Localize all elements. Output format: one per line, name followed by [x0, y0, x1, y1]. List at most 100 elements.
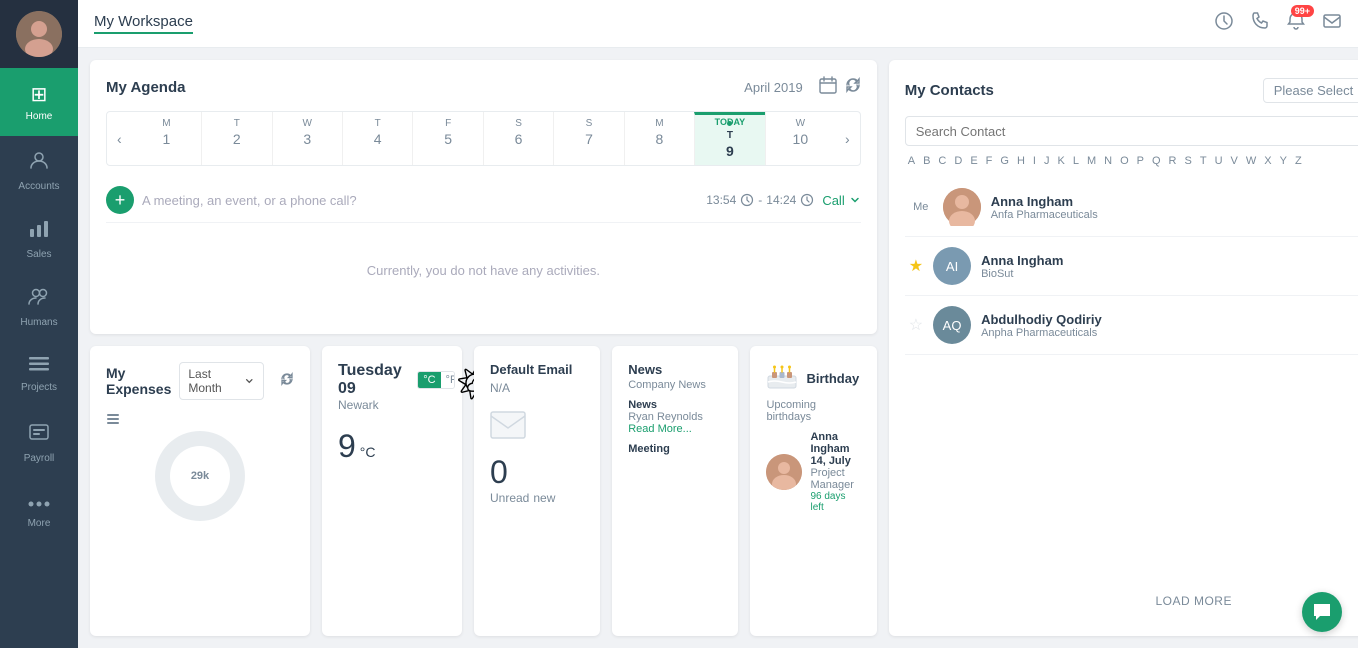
alpha-J[interactable]: J	[1041, 154, 1053, 168]
contact-info-me: Anna Ingham Anfa Pharmaceuticals	[991, 194, 1358, 221]
alpha-T[interactable]: T	[1197, 154, 1210, 168]
alpha-Y[interactable]: Y	[1277, 154, 1290, 168]
email-unread-label: Unread	[490, 491, 529, 505]
alpha-M[interactable]: M	[1084, 154, 1099, 168]
refresh-icon[interactable]	[845, 77, 861, 98]
alpha-I[interactable]: I	[1030, 154, 1039, 168]
contact-info-ai: Anna Ingham BioSut	[981, 253, 1358, 280]
activity-placeholder[interactable]: A meeting, an event, or a phone call?	[142, 193, 698, 208]
news-read-more[interactable]: Read More...	[628, 423, 692, 435]
alpha-F[interactable]: F	[983, 154, 996, 168]
news-meeting: Meeting	[628, 443, 722, 455]
alpha-U[interactable]: U	[1212, 154, 1226, 168]
main-content: My Workspace 99+	[78, 0, 1358, 648]
cal-next[interactable]: ›	[835, 123, 860, 155]
sales-icon	[28, 217, 50, 245]
bottom-row: My Expenses Last Month	[90, 346, 877, 636]
news-subtitle: Company News	[628, 379, 722, 391]
contact-company-me: Anfa Pharmaceuticals	[991, 209, 1358, 221]
alpha-O[interactable]: O	[1117, 154, 1132, 168]
home-icon: ⊞	[31, 82, 48, 107]
cal-day-7[interactable]: S7	[553, 112, 623, 165]
projects-icon	[28, 355, 50, 378]
contact-avatar-ai: AI	[933, 247, 971, 285]
alpha-X[interactable]: X	[1261, 154, 1274, 168]
alpha-R[interactable]: R	[1166, 154, 1180, 168]
contact-name-ai: Anna Ingham	[981, 253, 1358, 268]
load-more-button[interactable]: LOAD MORE	[905, 582, 1358, 620]
calendar-icon[interactable]	[819, 76, 837, 99]
cal-day-2[interactable]: T2	[201, 112, 271, 165]
birthday-meta: Project Manager	[810, 467, 860, 491]
cal-prev[interactable]: ‹	[107, 123, 132, 155]
sidebar-item-humans[interactable]: Humans	[0, 272, 78, 340]
alpha-A[interactable]: A	[905, 154, 918, 168]
bell-icon[interactable]: 99+	[1286, 11, 1306, 36]
alpha-P[interactable]: P	[1134, 154, 1147, 168]
expenses-period-dropdown[interactable]: Last Month	[179, 362, 264, 400]
sidebar-item-accounts[interactable]: Accounts	[0, 136, 78, 204]
search-input[interactable]	[916, 124, 1358, 139]
alpha-W[interactable]: W	[1243, 154, 1259, 168]
chat-button[interactable]	[1302, 592, 1342, 632]
alpha-L[interactable]: L	[1070, 154, 1082, 168]
alpha-K[interactable]: K	[1054, 154, 1067, 168]
cal-day-9-today[interactable]: TODAY T 9	[694, 112, 764, 165]
celsius-btn[interactable]: °C	[418, 372, 440, 388]
sidebar-item-payroll[interactable]: Payroll	[0, 408, 78, 476]
cal-day-5[interactable]: F5	[412, 112, 482, 165]
fahrenheit-btn[interactable]: °F	[441, 372, 456, 388]
alpha-D[interactable]: D	[951, 154, 965, 168]
alpha-G[interactable]: G	[997, 154, 1012, 168]
cal-day-4[interactable]: T4	[342, 112, 412, 165]
expenses-refresh-icon[interactable]	[280, 372, 294, 391]
cal-day-3[interactable]: W3	[272, 112, 342, 165]
star-icon-aq[interactable]: ☆	[909, 315, 923, 335]
alpha-S[interactable]: S	[1181, 154, 1194, 168]
time-start: 13:54	[706, 193, 736, 207]
star-icon-ai[interactable]: ★	[909, 256, 923, 276]
alpha-Z[interactable]: Z	[1292, 154, 1305, 168]
alpha-H[interactable]: H	[1014, 154, 1028, 168]
news-item-author: Ryan Reynolds Read More...	[628, 411, 722, 435]
contact-name-me: Anna Ingham	[991, 194, 1358, 209]
hamburger-icon	[106, 412, 120, 426]
cal-day-10[interactable]: W10	[765, 112, 835, 165]
topbar-icons: 99+	[1214, 11, 1342, 36]
call-select[interactable]: Call	[822, 193, 860, 208]
search-bar[interactable]	[905, 116, 1358, 146]
add-activity-button[interactable]: +	[106, 186, 134, 214]
mail-icon[interactable]	[1322, 11, 1342, 36]
birthday-title: Birthday	[806, 371, 859, 386]
sidebar-item-home[interactable]: ⊞ Home	[0, 68, 78, 136]
right-panel: My Contacts Please Select + A	[889, 60, 1358, 636]
contact-avatar-aq: AQ	[933, 306, 971, 344]
alpha-N[interactable]: N	[1101, 154, 1115, 168]
alpha-V[interactable]: V	[1228, 154, 1241, 168]
cal-day-6[interactable]: S6	[483, 112, 553, 165]
alpha-C[interactable]: C	[935, 154, 949, 168]
topbar: My Workspace 99+	[78, 0, 1358, 48]
avatar	[16, 11, 62, 57]
agenda-title: My Agenda	[106, 79, 744, 96]
contact-item-me: Me Anna Ingham Anfa Pharmaceuticals	[905, 178, 1358, 237]
cal-day-8[interactable]: M8	[624, 112, 694, 165]
calendar-strip: ‹ M1 T2 W3 T4 F5 S6 S7 M8 TODAY T	[106, 111, 861, 166]
alpha-E[interactable]: E	[967, 154, 980, 168]
history-icon[interactable]	[1214, 11, 1234, 36]
cal-day-1[interactable]: M1	[132, 112, 201, 165]
sidebar-item-projects[interactable]: Projects	[0, 340, 78, 408]
contacts-select-dropdown[interactable]: Please Select	[1263, 78, 1358, 103]
weather-temp: 9	[338, 428, 356, 465]
activity-row: + A meeting, an event, or a phone call? …	[106, 178, 861, 223]
user-avatar-container[interactable]	[0, 0, 78, 68]
email-envelope-icon	[490, 411, 584, 446]
phone-icon[interactable]	[1250, 11, 1270, 36]
alpha-B[interactable]: B	[920, 154, 933, 168]
sidebar-item-sales[interactable]: Sales	[0, 204, 78, 272]
email-unread-count: 0	[490, 454, 508, 490]
birthday-person: Anna Ingham 14, July Project Manager 96 …	[766, 431, 860, 513]
sidebar-item-more[interactable]: More	[0, 476, 78, 544]
alphabet-bar: A B C D E F G H I J K L M N O P Q	[905, 154, 1358, 168]
alpha-Q[interactable]: Q	[1149, 154, 1164, 168]
